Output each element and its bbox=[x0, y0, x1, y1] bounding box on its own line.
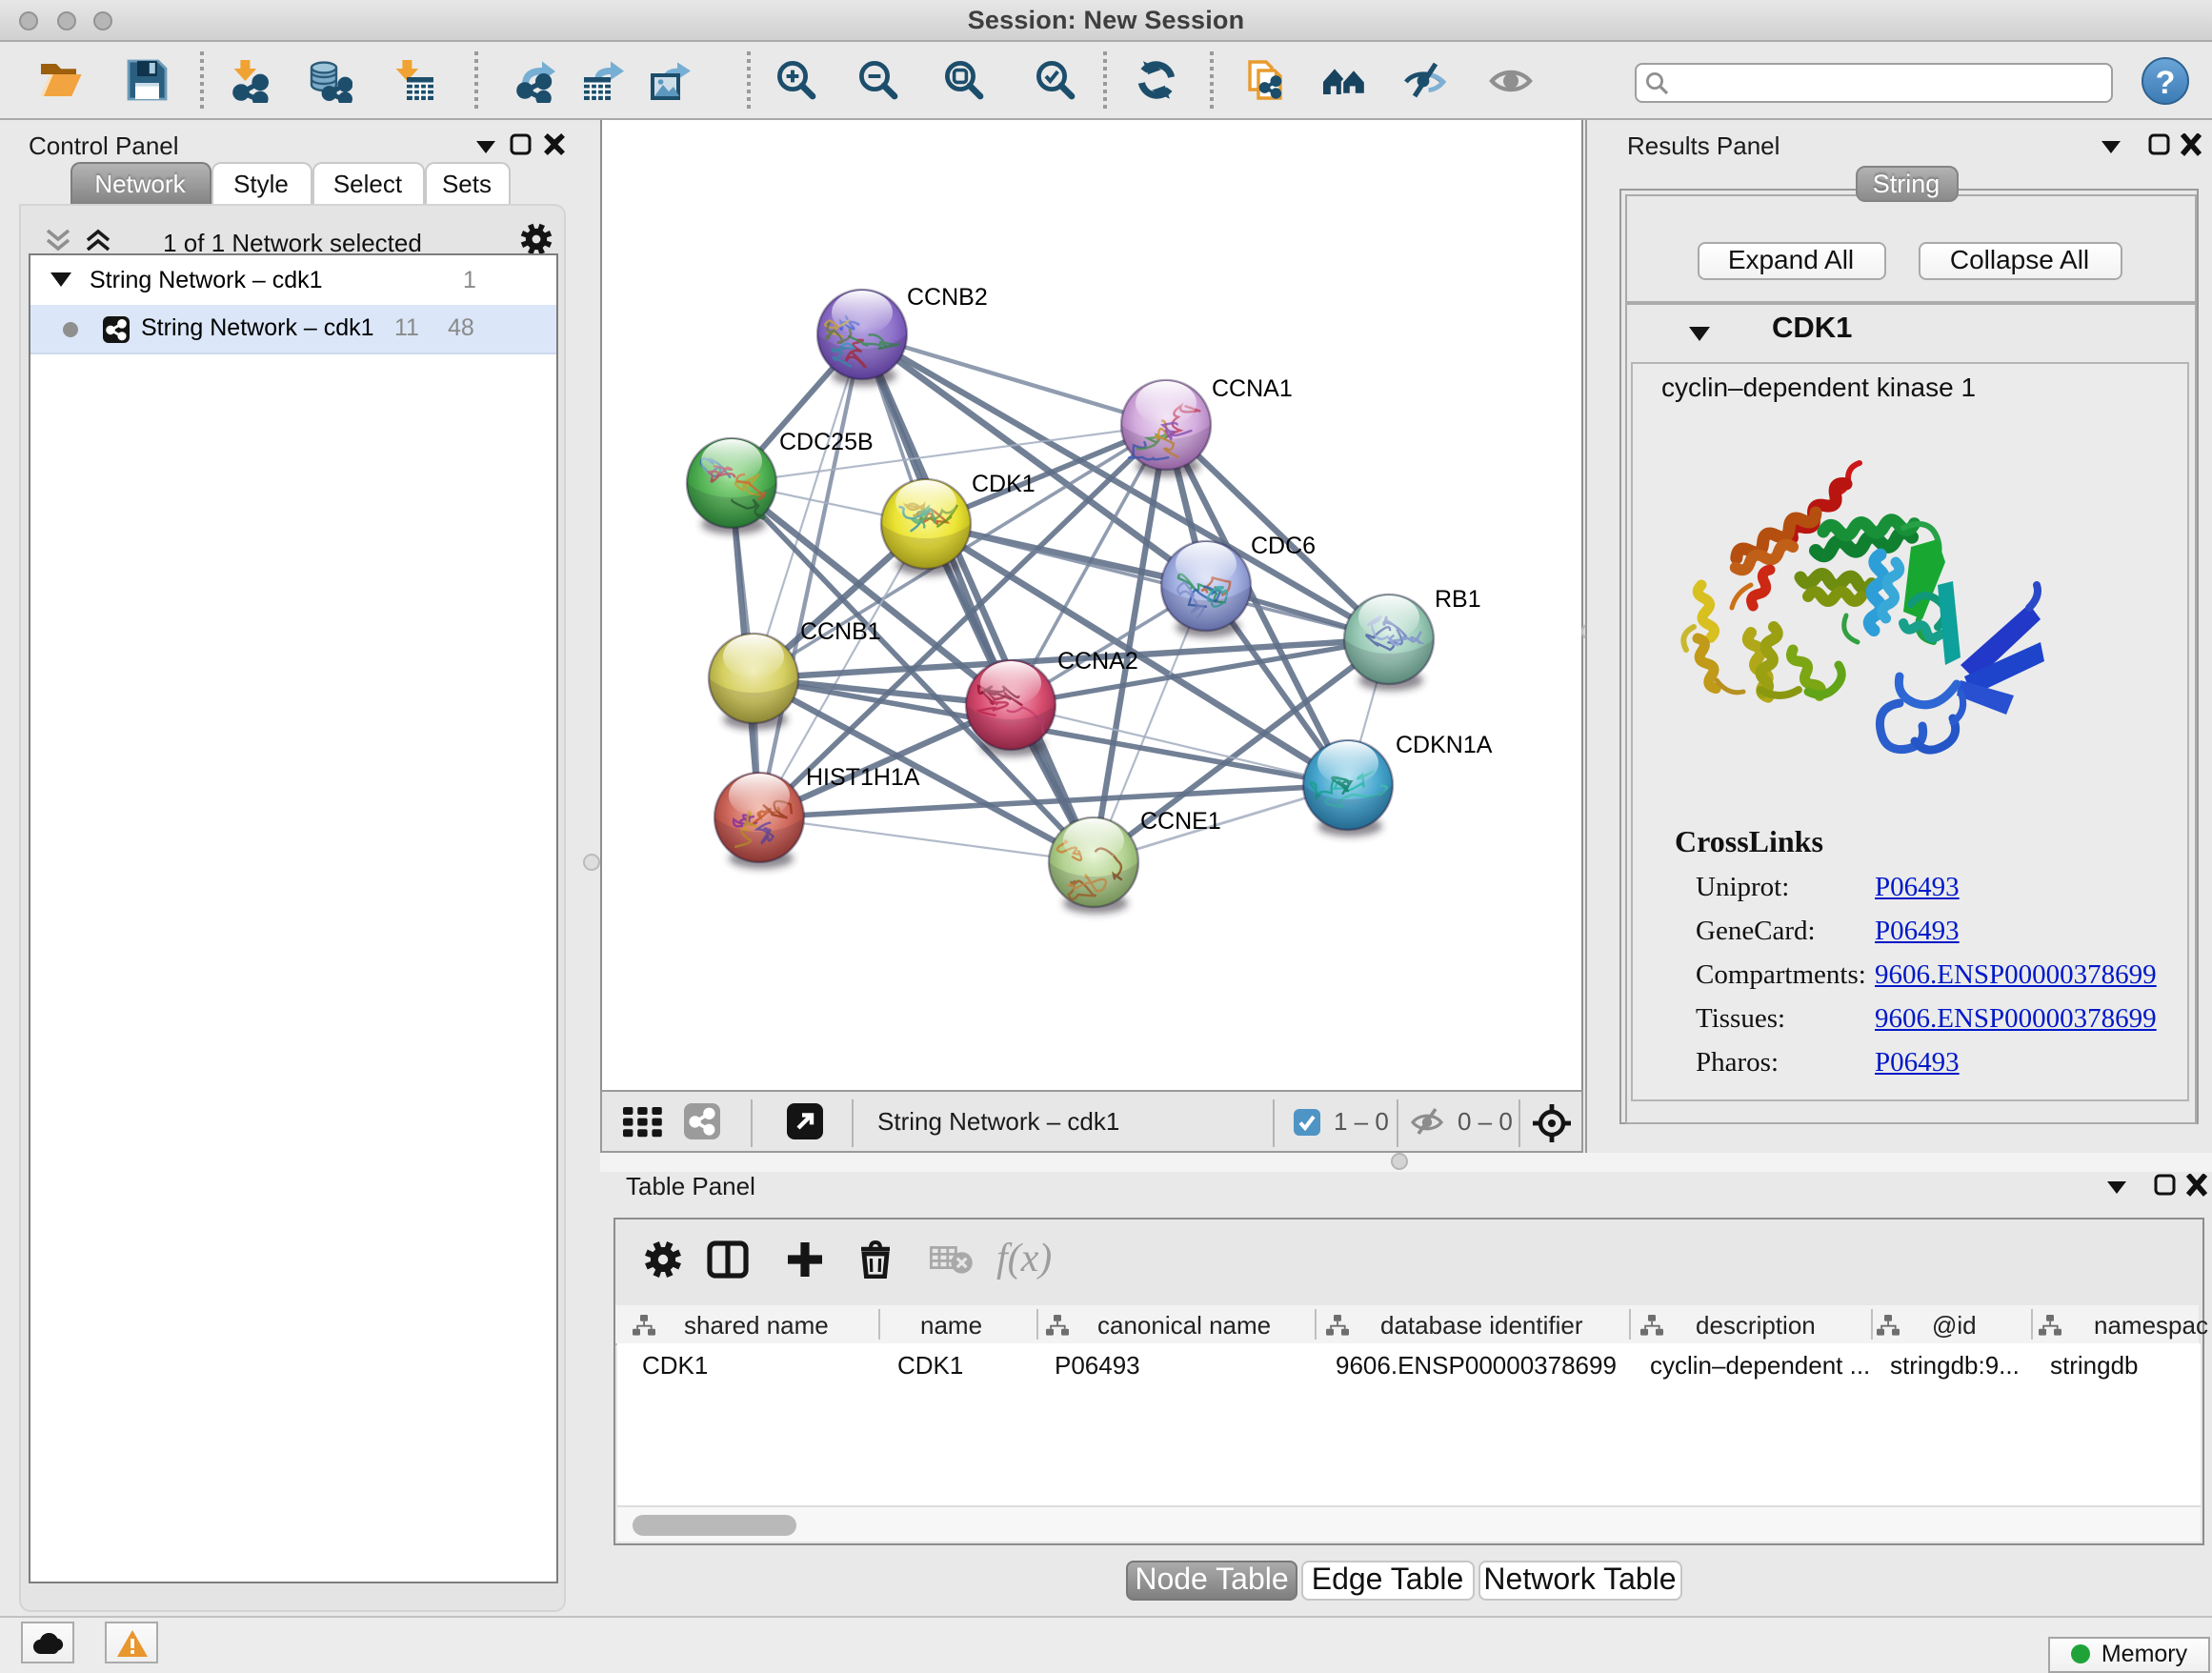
svg-text:CCNE1: CCNE1 bbox=[1140, 807, 1221, 834]
svg-text:CCNB1: CCNB1 bbox=[800, 617, 881, 644]
svg-text:RB1: RB1 bbox=[1435, 585, 1481, 612]
svg-text:CDC6: CDC6 bbox=[1251, 532, 1316, 558]
svg-text:CCNB2: CCNB2 bbox=[907, 283, 988, 310]
svg-text:CCNA1: CCNA1 bbox=[1212, 374, 1293, 401]
svg-text:CCNA2: CCNA2 bbox=[1057, 647, 1138, 674]
svg-text:HIST1H1A: HIST1H1A bbox=[806, 763, 920, 790]
svg-text:CDK1: CDK1 bbox=[972, 470, 1036, 496]
svg-text:CDC25B: CDC25B bbox=[779, 428, 874, 454]
svg-text:CDKN1A: CDKN1A bbox=[1396, 731, 1493, 757]
